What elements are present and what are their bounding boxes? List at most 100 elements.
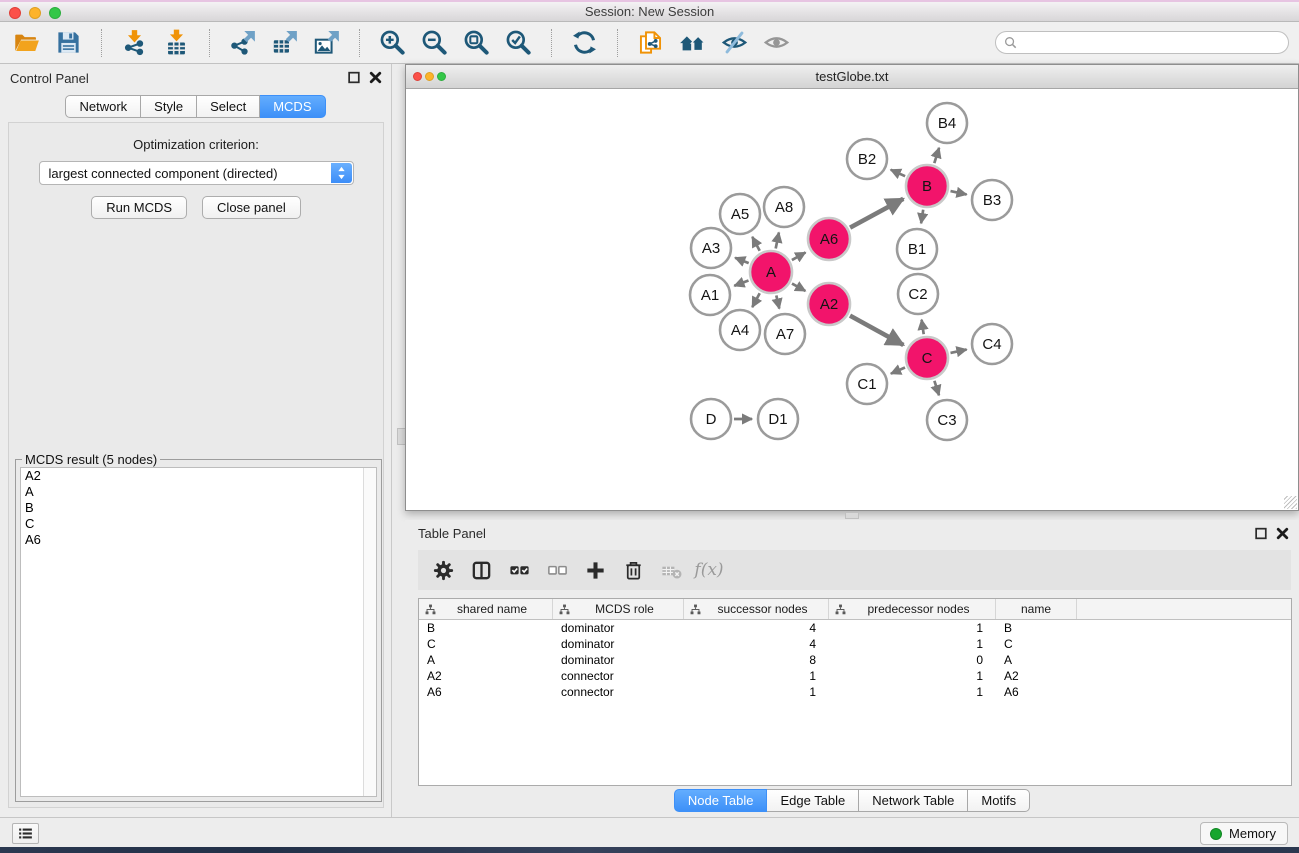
table-cell[interactable]: A bbox=[996, 652, 1077, 668]
network-close-button[interactable] bbox=[413, 72, 422, 81]
tab-motifs[interactable]: Motifs bbox=[968, 789, 1030, 812]
graph-edge-A-A7[interactable] bbox=[776, 295, 779, 308]
table-cell[interactable]: A6 bbox=[996, 684, 1077, 700]
show-eye-button[interactable] bbox=[760, 26, 793, 59]
table-row[interactable]: A2connector11A2 bbox=[419, 668, 1291, 684]
tab-edge-table[interactable]: Edge Table bbox=[767, 789, 859, 812]
graph-node-A2[interactable]: A2 bbox=[808, 283, 850, 325]
optimization-criterion-select[interactable]: largest connected component (directed) bbox=[39, 161, 354, 185]
export-image-button[interactable] bbox=[310, 26, 343, 59]
float-panel-icon[interactable] bbox=[347, 70, 362, 85]
table-row[interactable]: Cdominator41C bbox=[419, 636, 1291, 652]
table-cell[interactable]: B bbox=[996, 620, 1077, 636]
table-cell[interactable]: 1 bbox=[829, 620, 996, 636]
network-maximize-button[interactable] bbox=[437, 72, 446, 81]
add-row-button[interactable] bbox=[583, 558, 607, 582]
graph-edge-A-A4[interactable] bbox=[752, 293, 759, 307]
table-cell[interactable]: 1 bbox=[829, 668, 996, 684]
mcds-result-item[interactable]: C bbox=[21, 516, 376, 532]
table-cell[interactable]: A6 bbox=[419, 684, 553, 700]
table-cell[interactable]: 4 bbox=[684, 636, 829, 652]
table-cell[interactable]: dominator bbox=[553, 636, 684, 652]
column-header-predecessor-nodes[interactable]: predecessor nodes bbox=[829, 599, 996, 619]
close-window-button[interactable] bbox=[9, 7, 21, 19]
zoom-fit-button[interactable] bbox=[460, 26, 493, 59]
network-canvas[interactable]: AA1A2A3A4A5A6A7A8BB1B2B3B4CC1C2C3C4DD1 bbox=[406, 90, 1298, 510]
open-session-button[interactable] bbox=[10, 26, 43, 59]
duplicate-network-button[interactable] bbox=[634, 26, 667, 59]
import-table-button[interactable] bbox=[160, 26, 193, 59]
table-cell[interactable]: dominator bbox=[553, 620, 684, 636]
search-input[interactable] bbox=[1022, 36, 1280, 50]
graph-node-C3[interactable]: C3 bbox=[927, 400, 967, 440]
maximize-window-button[interactable] bbox=[49, 7, 61, 19]
mcds-result-item[interactable]: A bbox=[21, 484, 376, 500]
table-cell[interactable]: 1 bbox=[829, 636, 996, 652]
graph-node-D1[interactable]: D1 bbox=[758, 399, 798, 439]
show-columns-button[interactable] bbox=[469, 558, 493, 582]
import-network-button[interactable] bbox=[118, 26, 151, 59]
table-cell[interactable]: C bbox=[419, 636, 553, 652]
tab-mcds[interactable]: MCDS bbox=[260, 95, 325, 118]
task-history-button[interactable] bbox=[12, 823, 39, 844]
export-network-button[interactable] bbox=[226, 26, 259, 59]
run-mcds-button[interactable]: Run MCDS bbox=[91, 196, 187, 219]
apply-layout-button[interactable] bbox=[568, 26, 601, 59]
graph-edge-A6-B[interactable] bbox=[850, 199, 903, 228]
graph-edge-A-A3[interactable] bbox=[735, 258, 749, 263]
graph-node-B1[interactable]: B1 bbox=[897, 229, 937, 269]
graph-edge-C-C1[interactable] bbox=[891, 368, 905, 374]
export-table-button[interactable] bbox=[268, 26, 301, 59]
graph-node-B3[interactable]: B3 bbox=[972, 180, 1012, 220]
graph-node-C4[interactable]: C4 bbox=[972, 324, 1012, 364]
close-panel-icon[interactable] bbox=[368, 70, 383, 85]
graph-edge-A-A8[interactable] bbox=[776, 233, 779, 249]
zoom-out-button[interactable] bbox=[418, 26, 451, 59]
table-row[interactable]: Adominator80A bbox=[419, 652, 1291, 668]
graph-edge-A2-C[interactable] bbox=[850, 316, 903, 345]
graph-node-A[interactable]: A bbox=[750, 251, 792, 293]
graph-node-C2[interactable]: C2 bbox=[898, 274, 938, 314]
delete-row-button[interactable] bbox=[621, 558, 645, 582]
table-cell[interactable]: connector bbox=[553, 684, 684, 700]
graph-edge-B-B3[interactable] bbox=[951, 191, 967, 194]
graph-edge-A-A1[interactable] bbox=[734, 281, 748, 286]
column-header-shared-name[interactable]: shared name bbox=[419, 599, 553, 619]
table-cell[interactable]: dominator bbox=[553, 652, 684, 668]
table-cell[interactable]: B bbox=[419, 620, 553, 636]
graph-edge-C-C4[interactable] bbox=[951, 350, 967, 353]
network-minimize-button[interactable] bbox=[425, 72, 434, 81]
mcds-result-list[interactable]: A2ABCA6 bbox=[20, 467, 377, 797]
column-header-successor-nodes[interactable]: successor nodes bbox=[684, 599, 829, 619]
graph-node-A3[interactable]: A3 bbox=[691, 228, 731, 268]
graph-edge-B-B2[interactable] bbox=[891, 170, 905, 177]
graph-node-A6[interactable]: A6 bbox=[808, 218, 850, 260]
tab-style[interactable]: Style bbox=[141, 95, 197, 118]
table-settings-button[interactable] bbox=[431, 558, 455, 582]
graph-edge-A-A5[interactable] bbox=[752, 237, 759, 251]
graph-edge-A-A6[interactable] bbox=[792, 252, 806, 260]
horizontal-divider-grip[interactable] bbox=[845, 512, 859, 519]
tab-network-table[interactable]: Network Table bbox=[859, 789, 968, 812]
tab-select[interactable]: Select bbox=[197, 95, 260, 118]
column-header-mcds-role[interactable]: MCDS role bbox=[553, 599, 684, 619]
table-row[interactable]: Bdominator41B bbox=[419, 620, 1291, 636]
graph-node-B4[interactable]: B4 bbox=[927, 103, 967, 143]
zoom-selected-button[interactable] bbox=[502, 26, 535, 59]
table-cell[interactable]: A2 bbox=[996, 668, 1077, 684]
graph-edge-B-B4[interactable] bbox=[934, 148, 939, 163]
table-cell[interactable]: 4 bbox=[684, 620, 829, 636]
mcds-result-item[interactable]: A2 bbox=[21, 468, 376, 484]
graph-node-A7[interactable]: A7 bbox=[765, 314, 805, 354]
select-all-checkboxes-button[interactable] bbox=[507, 558, 531, 582]
table-cell[interactable]: C bbox=[996, 636, 1077, 652]
deselect-all-checkboxes-button[interactable] bbox=[545, 558, 569, 582]
home-button[interactable] bbox=[676, 26, 709, 59]
float-table-panel-icon[interactable] bbox=[1254, 526, 1269, 541]
hide-eye-button[interactable] bbox=[718, 26, 751, 59]
tab-node-table[interactable]: Node Table bbox=[674, 789, 768, 812]
table-cell[interactable]: 0 bbox=[829, 652, 996, 668]
mcds-result-item[interactable]: A6 bbox=[21, 532, 376, 548]
table-cell[interactable]: 8 bbox=[684, 652, 829, 668]
table-cell[interactable]: connector bbox=[553, 668, 684, 684]
